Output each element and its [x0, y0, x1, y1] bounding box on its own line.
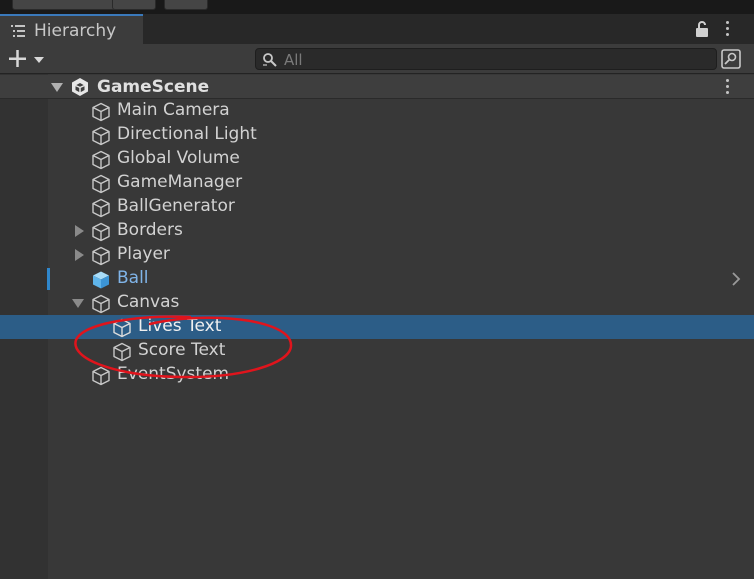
hierarchy-item[interactable]: Score Text [0, 339, 754, 363]
item-label: Global Volume [117, 148, 240, 168]
item-label: Main Camera [117, 100, 230, 120]
lock-icon[interactable] [694, 20, 710, 38]
gameobject-icon [92, 366, 110, 386]
add-object-button[interactable] [6, 47, 50, 71]
expanded-arrow-icon[interactable] [51, 81, 63, 93]
gameobject-icon [92, 102, 110, 122]
hierarchy-item-prefab[interactable]: Ball [0, 267, 754, 291]
gameobject-icon [113, 342, 131, 362]
gameobject-icon [92, 150, 110, 170]
collapsed-arrow-icon[interactable] [73, 225, 85, 237]
gameobject-icon [92, 222, 110, 242]
item-label: BallGenerator [117, 196, 235, 216]
item-label: Borders [117, 220, 183, 240]
item-label: Canvas [117, 292, 180, 312]
hierarchy-toolbar [0, 44, 754, 74]
gameobject-icon [92, 294, 110, 314]
unity-scene-icon [72, 78, 88, 96]
dropdown-arrow-icon [34, 57, 44, 63]
gameobject-icon [92, 126, 110, 146]
item-label: Score Text [138, 340, 226, 360]
item-label: Directional Light [117, 124, 257, 144]
hierarchy-item[interactable]: Player [0, 243, 754, 267]
hierarchy-item[interactable]: Global Volume [0, 147, 754, 171]
hierarchy-item[interactable]: Main Camera [0, 99, 754, 123]
gameobject-icon [113, 318, 131, 338]
search-box[interactable] [255, 48, 717, 70]
toolbar-button[interactable] [164, 0, 208, 10]
item-label: EventSystem [117, 364, 230, 384]
tab-hierarchy[interactable]: Hierarchy [0, 14, 143, 44]
prefab-icon [93, 271, 109, 289]
expanded-arrow-icon[interactable] [72, 297, 84, 309]
item-label: GameManager [117, 172, 243, 192]
toolbar-button[interactable] [112, 0, 156, 10]
window-top-bar [0, 0, 754, 14]
scene-row[interactable]: GameScene [0, 75, 754, 99]
hierarchy-item[interactable]: EventSystem [0, 363, 754, 387]
tab-strip: Hierarchy [0, 14, 754, 44]
panel-menu-icon[interactable] [725, 21, 731, 39]
item-label: Ball [117, 268, 149, 288]
search-icon [263, 53, 277, 67]
scene-name: GameScene [97, 77, 210, 97]
item-label: Lives Text [138, 316, 222, 336]
hierarchy-item[interactable]: Canvas [0, 291, 754, 315]
hierarchy-item[interactable]: Borders [0, 219, 754, 243]
gameobject-icon [92, 246, 110, 266]
chevron-right-icon[interactable] [730, 272, 742, 286]
gameobject-icon [92, 174, 110, 194]
collapsed-arrow-icon[interactable] [73, 249, 85, 261]
list-icon [11, 25, 25, 37]
scene-search-icon[interactable] [720, 48, 742, 70]
tab-title: Hierarchy [34, 21, 117, 41]
item-label: Player [117, 244, 170, 264]
scene-menu-icon[interactable] [725, 79, 731, 97]
hierarchy-item[interactable]: BallGenerator [0, 195, 754, 219]
search-input[interactable] [282, 50, 706, 70]
hierarchy-item[interactable]: GameManager [0, 171, 754, 195]
gameobject-icon [92, 198, 110, 218]
prefab-marker [47, 268, 50, 290]
hierarchy-item[interactable]: Directional Light [0, 123, 754, 147]
hierarchy-item-selected[interactable]: Lives Text [0, 315, 754, 339]
